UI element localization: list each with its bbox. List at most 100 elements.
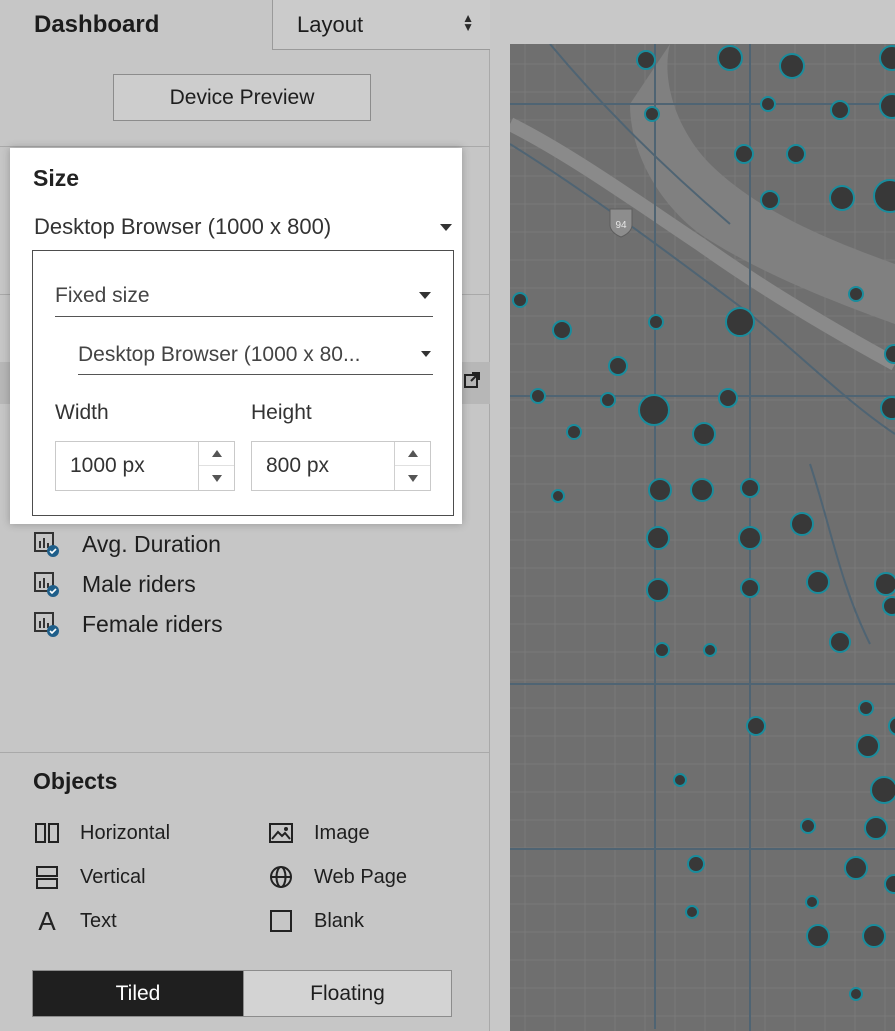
- tab-layout[interactable]: Layout ▲ ▼: [272, 0, 490, 50]
- station-marker[interactable]: [884, 344, 895, 364]
- station-marker[interactable]: [725, 307, 755, 337]
- station-marker[interactable]: [760, 190, 780, 210]
- object-blank[interactable]: Blank: [266, 907, 364, 935]
- station-marker[interactable]: [648, 314, 664, 330]
- object-text[interactable]: A Text: [32, 906, 117, 936]
- station-marker[interactable]: [786, 144, 806, 164]
- station-marker[interactable]: [654, 642, 670, 658]
- station-marker[interactable]: [644, 106, 660, 122]
- station-marker[interactable]: [882, 596, 895, 616]
- station-marker[interactable]: [530, 388, 546, 404]
- height-increment-button[interactable]: [395, 442, 430, 466]
- station-marker[interactable]: [740, 578, 760, 598]
- floating-button[interactable]: Floating: [243, 971, 451, 1016]
- station-marker[interactable]: [646, 526, 670, 550]
- station-marker[interactable]: [646, 578, 670, 602]
- object-horizontal[interactable]: Horizontal: [32, 819, 170, 847]
- device-preview-button[interactable]: Device Preview: [113, 74, 371, 121]
- chevron-down-icon: [421, 351, 431, 357]
- station-marker[interactable]: [858, 700, 874, 716]
- station-marker[interactable]: [790, 512, 814, 536]
- object-label: Image: [314, 821, 370, 844]
- station-marker[interactable]: [740, 478, 760, 498]
- object-vertical[interactable]: Vertical: [32, 863, 146, 891]
- station-marker[interactable]: [648, 478, 672, 502]
- width-increment-button[interactable]: [199, 442, 234, 466]
- sizing-mode-select[interactable]: Fixed size: [55, 275, 433, 317]
- station-marker[interactable]: [638, 394, 670, 426]
- station-marker[interactable]: [800, 818, 816, 834]
- station-marker[interactable]: [746, 716, 766, 736]
- station-marker[interactable]: [734, 144, 754, 164]
- station-marker[interactable]: [760, 96, 776, 112]
- station-marker[interactable]: [829, 185, 855, 211]
- station-marker[interactable]: [718, 388, 738, 408]
- station-marker[interactable]: [864, 816, 888, 840]
- height-stepper[interactable]: 800 px: [251, 441, 431, 491]
- station-marker[interactable]: [880, 396, 895, 420]
- sheet-item[interactable]: Avg. Duration: [34, 528, 221, 560]
- station-marker[interactable]: [829, 631, 851, 653]
- divider: [0, 146, 490, 147]
- tab-dashboard[interactable]: Dashboard: [0, 0, 272, 50]
- station-marker[interactable]: [856, 734, 880, 758]
- station-marker[interactable]: [692, 422, 716, 446]
- station-marker[interactable]: [873, 179, 895, 213]
- height-stepper-buttons: [394, 442, 430, 490]
- station-marker[interactable]: [600, 392, 616, 408]
- station-marker[interactable]: [551, 489, 565, 503]
- height-decrement-button[interactable]: [395, 466, 430, 490]
- width-decrement-button[interactable]: [199, 466, 234, 490]
- station-marker[interactable]: [879, 93, 895, 119]
- station-marker[interactable]: [806, 570, 830, 594]
- station-marker[interactable]: [703, 643, 717, 657]
- worksheet-icon: [34, 612, 59, 637]
- station-marker[interactable]: [512, 292, 528, 308]
- station-marker[interactable]: [717, 45, 743, 71]
- device-preset-value: Desktop Browser (1000 x 80...: [78, 342, 361, 366]
- station-marker[interactable]: [690, 478, 714, 502]
- station-marker[interactable]: [862, 924, 886, 948]
- station-marker[interactable]: [608, 356, 628, 376]
- station-marker[interactable]: [849, 987, 863, 1001]
- station-marker[interactable]: [685, 905, 699, 919]
- object-label: Horizontal: [80, 821, 171, 844]
- object-label: Text: [80, 909, 117, 932]
- blank-icon: [266, 908, 296, 934]
- sheet-item[interactable]: Female riders: [34, 608, 223, 640]
- station-marker[interactable]: [566, 424, 582, 440]
- object-label: Web Page: [314, 865, 408, 888]
- sheet-label: Avg. Duration: [82, 530, 221, 557]
- size-preset-select[interactable]: Desktop Browser (1000 x 800): [34, 210, 454, 244]
- width-stepper[interactable]: 1000 px: [55, 441, 235, 491]
- station-marker[interactable]: [636, 50, 656, 70]
- station-marker[interactable]: [848, 286, 864, 302]
- highway-shield: 94: [609, 208, 633, 238]
- width-value[interactable]: 1000 px: [70, 454, 145, 478]
- station-marker[interactable]: [884, 874, 895, 894]
- station-marker[interactable]: [806, 924, 830, 948]
- station-marker[interactable]: [779, 53, 805, 79]
- object-label: Vertical: [80, 865, 146, 888]
- arrow-up-icon: [211, 450, 222, 457]
- tiled-button[interactable]: Tiled: [33, 971, 243, 1016]
- station-marker[interactable]: [552, 320, 572, 340]
- station-marker[interactable]: [879, 45, 895, 71]
- height-value[interactable]: 800 px: [266, 454, 329, 478]
- station-marker[interactable]: [870, 776, 895, 804]
- object-image[interactable]: Image: [266, 819, 370, 847]
- sheet-item[interactable]: Male riders: [34, 568, 196, 600]
- device-preset-select[interactable]: Desktop Browser (1000 x 80...: [78, 335, 433, 375]
- map-view[interactable]: 94: [510, 44, 895, 1031]
- station-marker[interactable]: [687, 855, 705, 873]
- station-marker[interactable]: [805, 895, 819, 909]
- station-marker[interactable]: [830, 100, 850, 120]
- station-marker[interactable]: [673, 773, 687, 787]
- station-marker[interactable]: [844, 856, 868, 880]
- chevron-down-icon: [419, 292, 431, 299]
- object-web-page[interactable]: Web Page: [266, 863, 407, 891]
- popout-icon[interactable]: [458, 366, 486, 394]
- station-marker[interactable]: [738, 526, 762, 550]
- station-marker[interactable]: [874, 572, 895, 596]
- station-marker[interactable]: [888, 716, 895, 736]
